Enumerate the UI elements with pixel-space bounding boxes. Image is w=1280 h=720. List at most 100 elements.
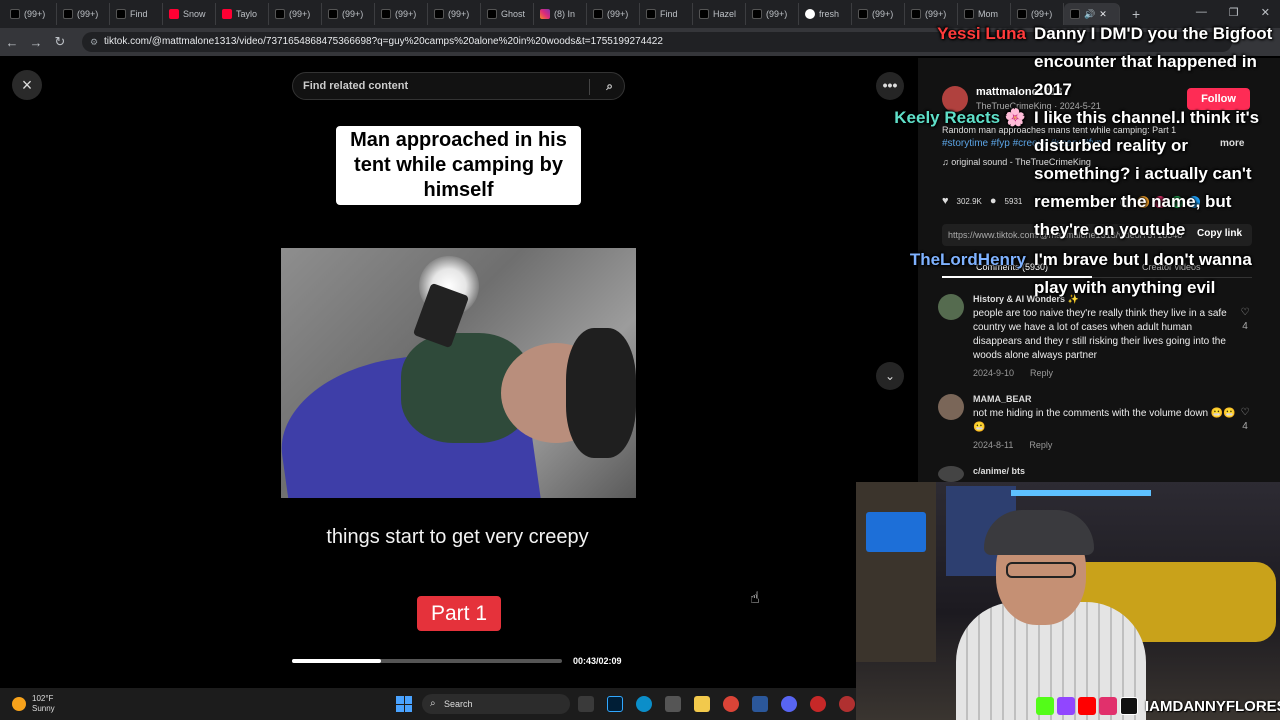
commenter-avatar[interactable] bbox=[938, 466, 964, 482]
close-viewer-button[interactable]: × bbox=[12, 70, 42, 100]
taskbar-apps bbox=[578, 696, 855, 712]
weather-widget[interactable]: 102°F Sunny bbox=[12, 694, 55, 714]
browser-tab[interactable]: Snow bbox=[163, 3, 216, 25]
comment-item: History & AI Wonders ✨ people are too na… bbox=[938, 294, 1258, 384]
close-tab-icon[interactable]: ✕ bbox=[1099, 9, 1107, 20]
photoshop-icon[interactable] bbox=[607, 696, 623, 712]
browser-tab[interactable]: Ghost bbox=[481, 3, 534, 25]
browser-tab[interactable]: fresh bbox=[799, 3, 852, 25]
browser-tab[interactable]: (8) In bbox=[534, 3, 587, 25]
file-icon[interactable] bbox=[578, 696, 594, 712]
streamer-webcam bbox=[856, 482, 1280, 720]
tiktok-icon bbox=[1120, 697, 1138, 715]
tiktok-icon bbox=[911, 9, 921, 19]
search-divider bbox=[589, 79, 590, 95]
window-controls: — ❐ ✕ bbox=[1196, 6, 1270, 19]
browser-tab[interactable]: (99+) bbox=[322, 3, 375, 25]
chat-text: I'm brave but I don't wanna play with an… bbox=[1034, 250, 1252, 297]
reply-button[interactable]: Reply bbox=[1029, 440, 1052, 450]
video-progress-fill bbox=[292, 659, 382, 663]
commenter-name[interactable]: c/anime/ bts bbox=[973, 466, 1025, 476]
video-progress-bar[interactable] bbox=[292, 659, 562, 663]
browser-tab[interactable]: Hazel bbox=[693, 3, 746, 25]
app-icon[interactable] bbox=[810, 696, 826, 712]
browser-tab[interactable]: (99+) bbox=[428, 3, 481, 25]
close-window-icon[interactable]: ✕ bbox=[1261, 6, 1270, 19]
like-count: 302.9K bbox=[956, 196, 982, 206]
audio-icon: 🔊 bbox=[1084, 8, 1096, 19]
browser-tab[interactable]: (99+) bbox=[4, 3, 57, 25]
app-icon[interactable] bbox=[839, 696, 855, 712]
browser-tab[interactable]: (99+) bbox=[57, 3, 110, 25]
windows-start-icon[interactable] bbox=[396, 696, 412, 712]
browser-tab[interactable]: (99+) bbox=[746, 3, 799, 25]
chat-username: Keely Reacts 🌸 bbox=[894, 108, 1026, 127]
browser-tab[interactable]: Find bbox=[640, 3, 693, 25]
commenter-avatar[interactable] bbox=[938, 394, 964, 420]
forward-icon[interactable]: → bbox=[24, 35, 48, 50]
youtube-icon bbox=[222, 9, 232, 19]
browser-tab[interactable]: (99+) bbox=[852, 3, 905, 25]
music-note-icon: ♫ bbox=[942, 157, 952, 167]
store-icon[interactable] bbox=[665, 696, 681, 712]
tiktok-icon bbox=[593, 9, 603, 19]
comment-meta: 2024-8-11 Reply bbox=[973, 440, 1052, 450]
video-caption-top: Man approached in his tent while camping… bbox=[336, 126, 581, 205]
word-icon[interactable] bbox=[752, 696, 768, 712]
tiktok-icon bbox=[63, 9, 73, 19]
find-related-search-input[interactable]: Find related content ⌕ bbox=[292, 72, 625, 100]
search-icon[interactable]: ⌕ bbox=[606, 79, 613, 94]
search-placeholder: Find related content bbox=[303, 80, 409, 92]
comment-like[interactable]: ♡ 4 bbox=[1238, 306, 1252, 334]
commenter-avatar[interactable] bbox=[938, 294, 964, 320]
start-tile bbox=[404, 696, 412, 704]
ellipsis-icon: ••• bbox=[882, 77, 898, 93]
chrome-icon[interactable] bbox=[723, 696, 739, 712]
browser-tab-label: (99+) bbox=[24, 9, 46, 19]
post-stats: ♥ 302.9K ● 5931 bbox=[942, 195, 1022, 207]
comment-text: not me hiding in the comments with the v… bbox=[973, 408, 1236, 433]
tiktok-icon bbox=[487, 9, 497, 19]
comment-like[interactable]: ♡ 4 bbox=[1238, 406, 1252, 434]
chevron-down-icon: ⌄ bbox=[884, 369, 896, 383]
discord-icon[interactable] bbox=[781, 696, 797, 712]
url-text: tiktok.com/@mattmalone1313/video/7371654… bbox=[104, 36, 663, 47]
back-icon[interactable]: ← bbox=[0, 35, 24, 50]
streamer-social-bar: IAMDANNYFLORES bbox=[1036, 696, 1280, 716]
temperature: 102°F bbox=[32, 694, 54, 703]
video-frame-image bbox=[281, 248, 636, 498]
weather-text: 102°F Sunny bbox=[32, 694, 55, 714]
streamer-glasses bbox=[1006, 562, 1076, 578]
comment-like-count: 4 bbox=[1242, 321, 1248, 332]
edge-icon[interactable] bbox=[636, 696, 652, 712]
reload-icon[interactable]: ↻ bbox=[48, 34, 72, 50]
kick-icon bbox=[1036, 697, 1054, 715]
browser-tab-label: Taylo bbox=[236, 9, 258, 19]
taskbar-search[interactable]: ⌕ Search bbox=[422, 694, 570, 714]
tiktok-icon bbox=[646, 9, 656, 19]
browser-tab[interactable]: (99+) bbox=[587, 3, 640, 25]
browser-tab-label: (99+) bbox=[395, 9, 417, 19]
comment-count: 5931 bbox=[1004, 196, 1023, 206]
restore-icon[interactable]: ❐ bbox=[1229, 6, 1239, 19]
site-info-icon[interactable]: ⚙ bbox=[90, 32, 98, 52]
heart-icon[interactable]: ♥ bbox=[942, 195, 949, 207]
comment-icon[interactable]: ● bbox=[990, 195, 997, 207]
reply-button[interactable]: Reply bbox=[1030, 368, 1053, 378]
browser-tab-label: (99+) bbox=[77, 9, 99, 19]
tiktok-icon bbox=[964, 9, 974, 19]
minimize-icon[interactable]: — bbox=[1196, 6, 1207, 19]
browser-tab[interactable]: (99+) bbox=[375, 3, 428, 25]
commenter-name[interactable]: MAMA_BEAR bbox=[973, 394, 1032, 404]
start-tile bbox=[404, 704, 412, 712]
more-options-button[interactable]: ••• bbox=[876, 72, 904, 100]
folder-icon[interactable] bbox=[694, 696, 710, 712]
browser-tab[interactable]: (99+) bbox=[269, 3, 322, 25]
browser-tab[interactable]: Find bbox=[110, 3, 163, 25]
next-video-button[interactable]: ⌄ bbox=[876, 362, 904, 390]
browser-tab-label: (99+) bbox=[766, 9, 788, 19]
tiktok-icon bbox=[752, 9, 762, 19]
chat-text: I like this channel.I think it's disturb… bbox=[1034, 108, 1260, 239]
webcam-shelf bbox=[856, 482, 936, 662]
browser-tab[interactable]: Taylo bbox=[216, 3, 269, 25]
